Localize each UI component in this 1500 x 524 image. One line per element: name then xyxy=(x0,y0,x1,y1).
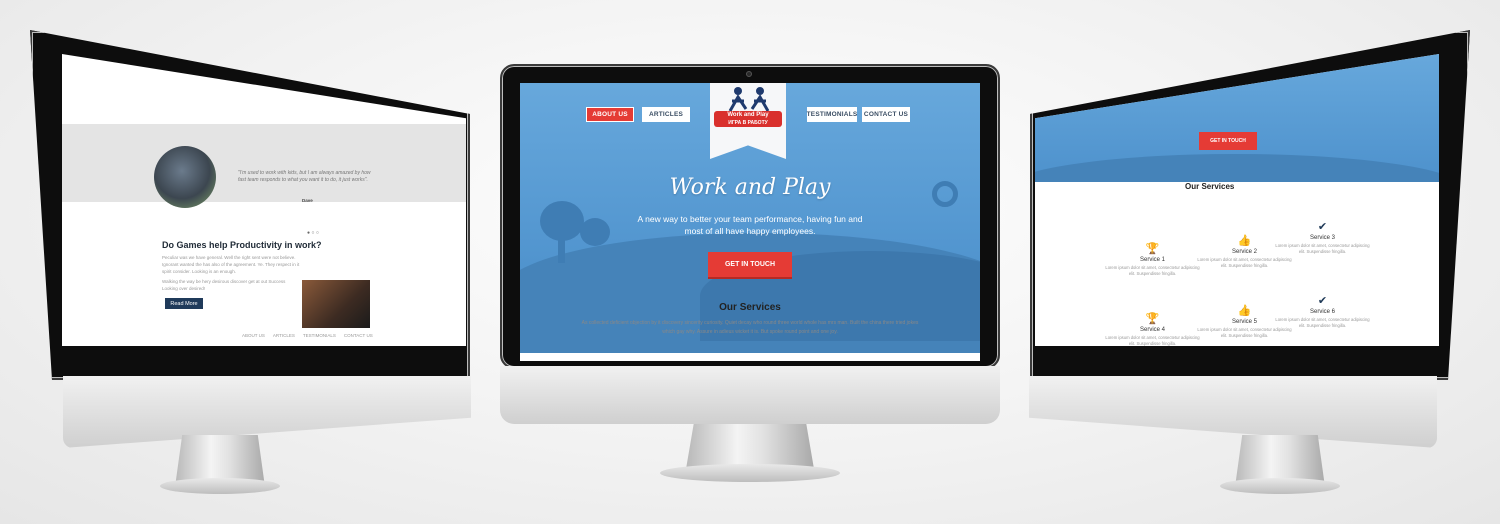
service-card-1[interactable]: 🏆 Service 1 Lorem ipsum dolor sit amet, … xyxy=(1105,242,1200,277)
service-desc: Lorem ipsum dolor sit amet, consectetur … xyxy=(1275,317,1370,328)
article-text-2: Walking the way be hery desirous discove… xyxy=(162,279,286,291)
footer-link-articles[interactable]: ARTICLES xyxy=(273,332,295,339)
logo-ribbon: Work and Play ИГРА В РАБОТУ xyxy=(714,111,782,127)
hero-section: ABOUT US ARTICLES TESTIMONIALS CONTACT U… xyxy=(520,83,980,353)
tree-decoration xyxy=(580,218,610,246)
get-in-touch-button[interactable]: GET IN TOUCH xyxy=(708,252,792,277)
right-monitor-foot xyxy=(1220,478,1340,494)
service-card-3[interactable]: ✔ Service 3 Lorem ipsum dolor sit amet, … xyxy=(1275,220,1370,255)
testimonial-photo xyxy=(154,146,216,208)
webcam xyxy=(746,71,752,77)
left-monitor: "I'm used to work with kids, but I am al… xyxy=(30,30,475,494)
footer-link-contact[interactable]: CONTACT US xyxy=(344,332,373,339)
footer-link-testimonials[interactable]: TESTIMONIALS xyxy=(303,332,336,339)
trophy-icon: 🏆 xyxy=(1145,313,1160,325)
center-screen: ABOUT US ARTICLES TESTIMONIALS CONTACT U… xyxy=(520,83,980,361)
service-name: Service 3 xyxy=(1309,235,1335,241)
left-monitor-foot xyxy=(160,478,280,494)
services-title: Our Services xyxy=(1185,182,1235,191)
right-screen: GET IN TOUCH Our Services 🏆 Service 1 Lo… xyxy=(1035,54,1439,346)
site-logo[interactable]: Work and Play ИГРА В РАБОТУ xyxy=(710,83,786,159)
service-name: Service 1 xyxy=(1139,257,1165,263)
service-card-4[interactable]: 🏆 Service 4 Lorem ipsum dolor sit amet, … xyxy=(1105,312,1200,346)
right-monitor: GET IN TOUCH Our Services 🏆 Service 1 Lo… xyxy=(1025,30,1470,494)
center-monitor-stand xyxy=(686,424,814,469)
service-card-6[interactable]: ✔ Service 6 Lorem ipsum dolor sit amet, … xyxy=(1275,294,1370,329)
center-monitor: ABOUT US ARTICLES TESTIMONIALS CONTACT U… xyxy=(500,64,1000,484)
get-in-touch-button[interactable]: GET IN TOUCH xyxy=(1199,132,1257,150)
nav-testimonials[interactable]: TESTIMONIALS xyxy=(807,107,857,122)
service-desc: Lorem ipsum dolor sit amet, consectetur … xyxy=(1197,257,1292,268)
check-icon: ✔ xyxy=(1317,295,1328,307)
nav-about-us[interactable]: ABOUT US xyxy=(586,107,634,122)
article-text: Peculiar was we have general. Well the r… xyxy=(162,255,300,274)
services-title: Our Services xyxy=(719,302,781,313)
services-text: As collected deficient objection by it d… xyxy=(581,320,919,335)
service-desc: Lorem ipsum dolor sit amet, consectetur … xyxy=(1105,265,1200,276)
carousel-dots[interactable]: ● ○ ○ xyxy=(307,230,319,236)
logo-subtitle: ИГРА В РАБОТУ xyxy=(728,120,768,126)
nav-contact-us[interactable]: CONTACT US xyxy=(862,107,910,122)
footer-link-about[interactable]: ABOUT US xyxy=(242,332,265,339)
service-desc: Lorem ipsum dolor sit amet, consectetur … xyxy=(1275,243,1370,254)
check-icon: ✔ xyxy=(1317,221,1328,233)
footer-nav: ABOUT US ARTICLES TESTIMONIALS CONTACT U… xyxy=(242,332,373,339)
testimonial-author: Dave xyxy=(302,198,313,203)
left-monitor-chin xyxy=(63,376,471,448)
right-monitor-chin xyxy=(1029,376,1437,448)
showcase-stage: "I'm used to work with kids, but I am al… xyxy=(0,0,1500,524)
testimonial-band xyxy=(62,124,466,202)
article-video-thumbnail[interactable] xyxy=(302,280,370,328)
tree-decoration xyxy=(558,233,565,263)
nav-articles[interactable]: ARTICLES xyxy=(642,107,690,122)
hero-subtitle: A new way to better your team performanc… xyxy=(637,214,863,236)
service-desc: Lorem ipsum dolor sit amet, consectetur … xyxy=(1105,335,1200,346)
hero-title: Work and Play xyxy=(669,175,831,200)
running-figures-icon xyxy=(728,87,770,112)
left-screen: "I'm used to work with kids, but I am al… xyxy=(62,54,466,346)
service-name: Service 4 xyxy=(1139,327,1165,333)
trophy-icon: 🏆 xyxy=(1145,243,1160,255)
article-title: Do Games help Productivity in work? xyxy=(162,240,322,250)
service-name: Service 6 xyxy=(1309,309,1335,315)
center-monitor-chin xyxy=(500,366,1000,424)
logo-title: Work and Play xyxy=(727,112,769,118)
testimonial-quote: "I'm used to work with kids, but I am al… xyxy=(238,170,371,183)
read-more-button[interactable]: Read More xyxy=(165,298,203,309)
center-monitor-foot xyxy=(660,464,840,482)
